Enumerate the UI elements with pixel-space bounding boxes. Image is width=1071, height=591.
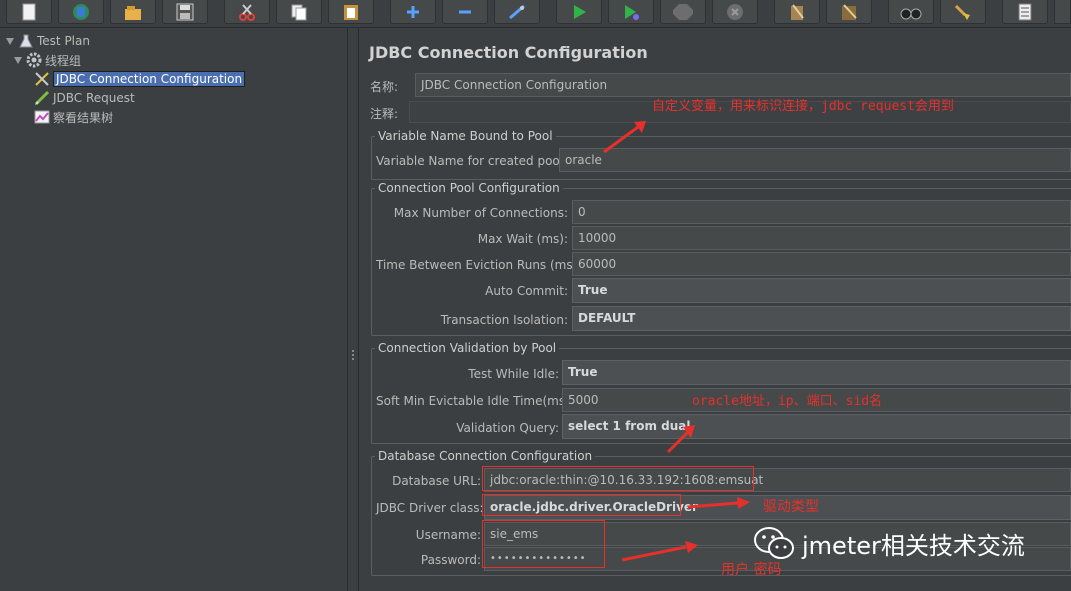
watermark: jmeter相关技术交流 <box>752 525 1025 561</box>
annotation-arrows <box>603 121 750 562</box>
wechat-icon <box>754 527 794 559</box>
watermark-text: jmeter相关技术交流 <box>802 531 1025 560</box>
